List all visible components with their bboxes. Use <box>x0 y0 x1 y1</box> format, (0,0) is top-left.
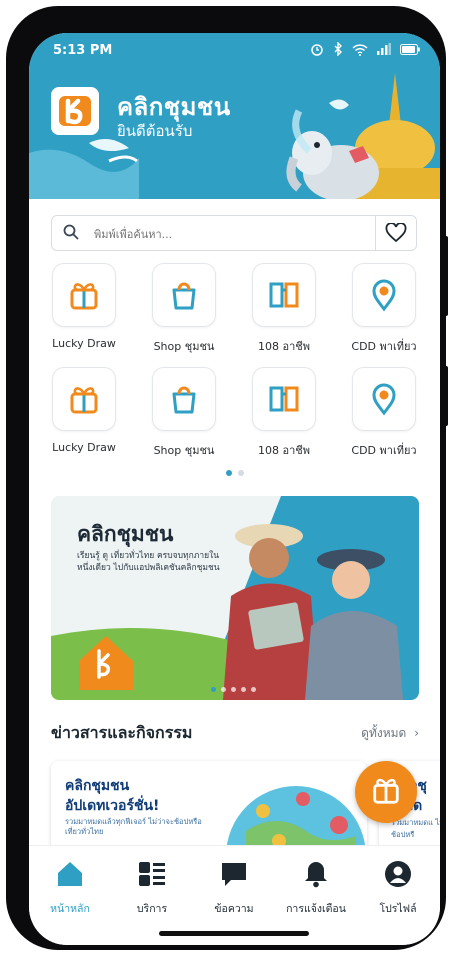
book-icon <box>252 263 316 327</box>
gift-icon <box>370 774 402 810</box>
menu-tile-shop[interactable]: Shop ชุมชน <box>139 263 229 363</box>
banner-dot[interactable] <box>251 687 256 692</box>
favorite-heart-icon[interactable] <box>385 222 407 247</box>
home-indicator-bar[interactable] <box>159 931 309 936</box>
nav-label: บริการ <box>136 903 168 915</box>
bell-icon <box>301 862 331 892</box>
menu-label: Shop ชุมชน <box>153 340 215 353</box>
map-pin-icon <box>352 263 416 327</box>
nav-services[interactable]: บริการ <box>111 860 193 917</box>
search-divider <box>375 216 376 250</box>
nav-label: โปรไฟล์ <box>379 903 417 915</box>
bottom-navigation: หน้าหลัก บริการ ข้อความ การแจ้งเตือน โปร… <box>29 845 440 945</box>
menu-tile-cdd-travel[interactable]: CDD พาเที่ยว <box>339 263 429 363</box>
search-icon[interactable] <box>62 223 80 245</box>
page-dot-active[interactable] <box>225 470 232 476</box>
menu-tile-lucky-draw[interactable]: Lucky Draw <box>39 367 129 467</box>
menu-label: Shop ชุมชน <box>153 444 215 457</box>
news-card-caption: รวมมาหมดแล้วทุกฟีเจอร์ ไม่ว่าจะช้อปหรือเ… <box>65 817 202 836</box>
banner-dot[interactable] <box>241 687 246 692</box>
menu-label: Lucky Draw <box>52 441 116 454</box>
shopping-bag-icon <box>152 263 216 327</box>
banner-dot[interactable] <box>231 687 236 692</box>
nav-profile[interactable]: โปรไฟล์ <box>357 860 439 917</box>
menu-label: CDD พาเที่ยว <box>351 444 417 457</box>
banner-text: เรียนรู้ ดู เที่ยวทั่วไทย ครบจบทุกภายในห… <box>77 551 220 573</box>
chevron-right-icon: › <box>414 726 419 740</box>
lucky-draw-fab[interactable] <box>355 761 417 823</box>
nav-label: หน้าหลัก <box>50 903 90 915</box>
banner-dot-active[interactable] <box>211 687 216 692</box>
menu-tile-shop[interactable]: Shop ชุมชน <box>139 367 229 467</box>
menu-tile-108-careers[interactable]: 108 อาชีพ <box>239 263 329 363</box>
phone-side-button <box>442 366 448 426</box>
banner-dot[interactable] <box>221 687 226 692</box>
menu-tile-cdd-travel[interactable]: CDD พาเที่ยว <box>339 367 429 467</box>
news-card-title: คลิกชุมชน <box>65 778 130 794</box>
menu-label: CDD พาเที่ยว <box>351 340 417 353</box>
phone-frame: 5:13 PM คลิกชุมชน ยินดีต้อนรับ พิมพ์เพื่… <box>6 6 448 950</box>
see-all-label: ดูทั้งหมด <box>361 726 407 740</box>
gift-icon <box>52 367 116 431</box>
phone-side-button <box>442 236 448 316</box>
gift-icon <box>52 263 116 327</box>
news-card[interactable]: คลิกชุมชน อัปเดทเวอร์ชั่น! รวมมาหมดแล้วท… <box>51 761 367 851</box>
profile-icon <box>383 861 413 892</box>
news-section-header: ข่าวสารและกิจกรรม ดูทั้งหมด › <box>51 721 419 745</box>
nav-messages[interactable]: ข้อความ <box>193 860 275 917</box>
app-subtitle: ยินดีต้อนรับ <box>117 122 193 140</box>
news-section-title: ข่าวสารและกิจกรรม <box>51 723 193 742</box>
news-card-subtitle: อัปเดทเวอร์ชั่น! <box>65 798 160 814</box>
menu-label: 108 อาชีพ <box>258 444 310 457</box>
nav-home[interactable]: หน้าหลัก <box>29 860 111 917</box>
home-icon <box>55 862 85 892</box>
banner-page-indicator <box>211 687 256 692</box>
banner-title: คลิกชุมชน <box>77 522 174 546</box>
search-bar <box>51 215 417 251</box>
map-pin-icon <box>352 367 416 431</box>
services-grid-icon <box>137 862 167 892</box>
app-screen: 5:13 PM คลิกชุมชน ยินดีต้อนรับ พิมพ์เพื่… <box>29 33 440 945</box>
see-all-link[interactable]: ดูทั้งหมด › <box>361 724 419 743</box>
page-dot[interactable] <box>237 470 244 476</box>
nav-label: การแจ้งเตือน <box>286 903 346 915</box>
menu-label: Lucky Draw <box>52 337 116 350</box>
app-header: 5:13 PM คลิกชุมชน ยินดีต้อนรับ <box>29 33 440 199</box>
nav-notifications[interactable]: การแจ้งเตือน <box>275 860 357 917</box>
menu-tile-108-careers[interactable]: 108 อาชีพ <box>239 367 329 467</box>
menu-page-indicator <box>29 470 440 476</box>
promo-banner[interactable]: คลิกชุมชน เรียนรู้ ดู เที่ยวทั่วไทย ครบจ… <box>51 496 419 700</box>
menu-tile-lucky-draw[interactable]: Lucky Draw <box>39 263 129 363</box>
book-icon <box>252 367 316 431</box>
chat-icon <box>219 863 249 892</box>
news-card-caption: รวมมาหมดแ ไม่ว่าจะช้อปหรื <box>391 818 440 839</box>
shopping-bag-icon <box>152 367 216 431</box>
app-logo <box>51 87 99 135</box>
search-input[interactable] <box>92 222 366 246</box>
nav-label: ข้อความ <box>214 903 254 915</box>
menu-label: 108 อาชีพ <box>258 340 310 353</box>
